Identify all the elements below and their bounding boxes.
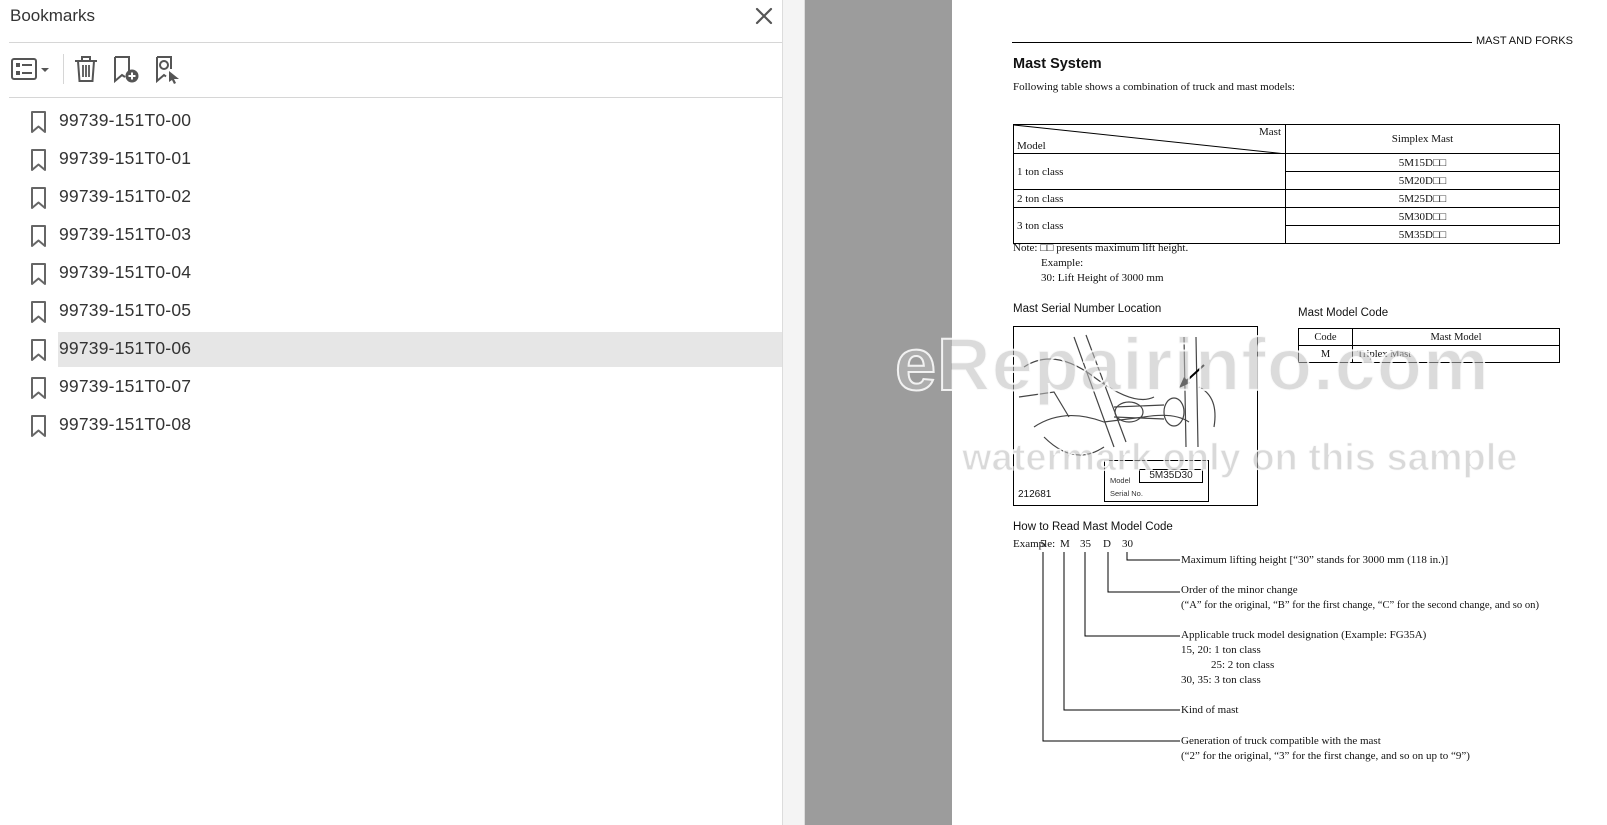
- corner-bottom-label: Model: [1017, 140, 1046, 152]
- bookmark-icon: [30, 110, 47, 134]
- bookmark-item[interactable]: 99739-151T0-05: [0, 294, 782, 332]
- table-cell-mast: 5M35D□□: [1285, 225, 1560, 244]
- example-label: Example:: [1013, 538, 1056, 550]
- desc-minor-change: Order of the minor change: [1181, 584, 1298, 596]
- example-char: 35: [1080, 538, 1091, 550]
- desc-generation-detail: (“2” for the original, “3” for the first…: [1181, 750, 1470, 762]
- diagonal-line: [1014, 125, 1286, 154]
- new-bookmark-button[interactable]: [110, 53, 142, 85]
- bookmark-item[interactable]: 99739-151T0-04: [0, 256, 782, 294]
- bookmark-item[interactable]: 99739-151T0-00: [0, 104, 782, 142]
- find-bookmark-button[interactable]: [152, 53, 184, 85]
- desc-lifting-height: Maximum lifting height [“30” stands for …: [1181, 554, 1449, 566]
- table-cell-class: 1 ton class: [1013, 153, 1286, 190]
- desc-minor-change-detail: (“A” for the original, “B” for the first…: [1181, 600, 1539, 611]
- bookmark-label: 99739-151T0-02: [59, 186, 192, 206]
- close-icon[interactable]: [752, 4, 776, 28]
- bookmarks-panel: Bookmarks 99739-151T0-00 99739-151T0-01 …: [0, 0, 794, 825]
- document-page: MAST AND FORKS Mast System Following tab…: [952, 0, 1607, 825]
- bookmark-label: 99739-151T0-03: [59, 224, 192, 244]
- bookmark-icon: [30, 148, 47, 172]
- bookmark-icon: [30, 224, 47, 248]
- bookmark-list: 99739-151T0-00 99739-151T0-01 99739-151T0-…: [0, 104, 794, 446]
- column-header: Simplex Mast: [1285, 124, 1560, 154]
- note-line: Note: □□ presents maximum lift height.: [1013, 242, 1189, 254]
- bookmark-icon: [30, 414, 47, 438]
- bookmark-label: 99739-151T0-01: [59, 148, 192, 168]
- header-rule: [1012, 42, 1472, 43]
- table-corner-cell: Mast Model: [1013, 124, 1286, 154]
- desc-class-line: 15, 20: 1 ton class: [1181, 644, 1261, 656]
- bookmark-label: 99739-151T0-00: [59, 110, 192, 130]
- bookmark-label: 99739-151T0-08: [59, 414, 192, 434]
- bookmark-icon: [30, 186, 47, 210]
- bookmark-item[interactable]: 99739-151T0-07: [0, 370, 782, 408]
- bookmark-icon: [30, 300, 47, 324]
- example-char: 30: [1122, 538, 1133, 550]
- note-line: Example:: [1041, 257, 1084, 269]
- bookmark-item[interactable]: 99739-151T0-06: [0, 332, 794, 370]
- table-cell-class: 3 ton class: [1013, 207, 1286, 244]
- bookmark-icon: [30, 338, 47, 362]
- read-code-title: How to Read Mast Model Code: [1013, 521, 1173, 533]
- bookmark-label: 99739-151T0-06: [59, 338, 192, 358]
- bookmark-icon: [30, 376, 47, 400]
- table-cell-class: 2 ton class: [1013, 189, 1286, 208]
- bookmark-item[interactable]: 99739-151T0-08: [0, 408, 782, 446]
- mast-code-title: Mast Model Code: [1298, 307, 1389, 319]
- plate-serial-label: Serial No.: [1110, 489, 1143, 498]
- viewer-background: [805, 0, 952, 825]
- bookmark-label: 99739-151T0-04: [59, 262, 192, 282]
- desc-generation: Generation of truck compatible with the …: [1181, 735, 1381, 747]
- bookmark-icon: [30, 262, 47, 286]
- table-cell-mast: 5M20D□□: [1285, 171, 1560, 190]
- panel-title: Bookmarks: [10, 6, 96, 25]
- desc-truck-designation: Applicable truck model designation (Exam…: [1181, 629, 1427, 641]
- desc-class-line: 25: 2 ton class: [1211, 659, 1275, 671]
- bookmark-add-icon: [114, 56, 139, 84]
- corner-top-label: Mast: [1259, 126, 1281, 138]
- divider: [9, 97, 785, 98]
- bookmark-item[interactable]: 99739-151T0-02: [0, 180, 782, 218]
- serial-location-title: Mast Serial Number Location: [1013, 303, 1162, 315]
- example-char: D: [1103, 538, 1111, 550]
- table-cell-mast: 5M30D□□: [1285, 207, 1560, 226]
- options-button[interactable]: [10, 53, 54, 85]
- mast-combination-table: Mast Model Simplex Mast 1 ton class 5M15…: [1013, 124, 1560, 244]
- trash-icon: [75, 56, 97, 82]
- example-char: 5: [1040, 538, 1046, 550]
- table-cell-mast: 5M15D□□: [1285, 153, 1560, 172]
- section-title: Mast System: [1013, 56, 1102, 72]
- figure-number: 212681: [1018, 489, 1052, 500]
- delete-bookmark-button[interactable]: [72, 53, 100, 85]
- page-header: MAST AND FORKS: [1476, 35, 1573, 47]
- watermark-logo: eRepairinfo.com: [894, 322, 1490, 407]
- table-cell-mast: 5M25D□□: [1285, 189, 1560, 208]
- example-char: M: [1060, 538, 1070, 550]
- intro-text: Following table shows a combination of t…: [1013, 81, 1295, 93]
- panel-splitter[interactable]: [782, 0, 805, 825]
- table-note: Note: □□ presents maximum lift height. E…: [1013, 241, 1188, 286]
- bookmark-item[interactable]: 99739-151T0-03: [0, 218, 782, 256]
- bookmark-label: 99739-151T0-05: [59, 300, 192, 320]
- bookmark-item[interactable]: 99739-151T0-01: [0, 142, 782, 180]
- note-line: 30: Lift Height of 3000 mm: [1041, 272, 1164, 284]
- desc-class-line: 30, 35: 3 ton class: [1181, 674, 1261, 686]
- bookmark-search-icon: [156, 56, 179, 84]
- list-options-icon: [11, 58, 49, 80]
- divider: [9, 42, 785, 43]
- desc-kind-of-mast: Kind of mast: [1181, 704, 1239, 716]
- bookmark-label: 99739-151T0-07: [59, 376, 192, 396]
- toolbar-separator: [63, 54, 64, 84]
- watermark-notice: watermark only on this sample: [961, 436, 1518, 480]
